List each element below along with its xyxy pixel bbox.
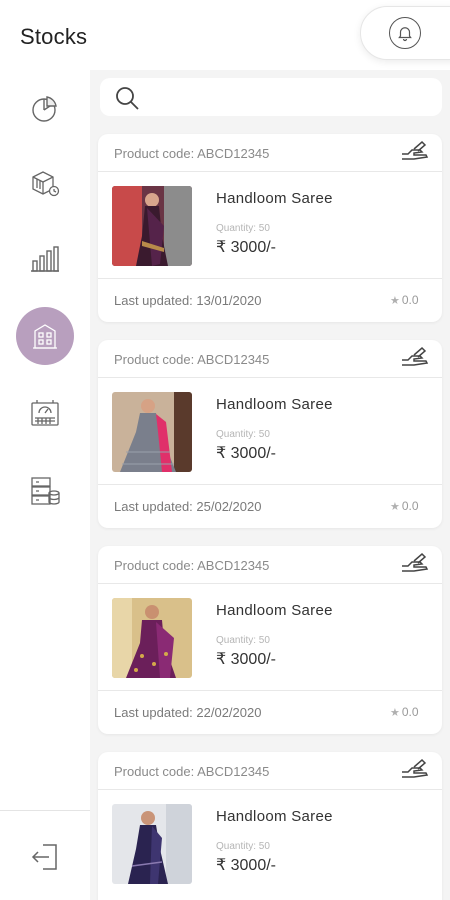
search-icon[interactable]: [114, 85, 140, 111]
sidebar-item-analytics[interactable]: [22, 86, 68, 132]
dashboard-gauge-icon: [31, 400, 59, 426]
rating-value: 0.0: [401, 499, 419, 513]
last-updated: Last updated: 25/02/2020: [114, 499, 262, 514]
star-icon: ★: [390, 295, 400, 307]
product-quantity: Quantity: 50: [216, 635, 270, 646]
product-code: Product code: ABCD12345: [114, 352, 270, 367]
star-icon: ★: [390, 501, 400, 513]
product-image: [112, 598, 192, 678]
product-name: Handloom Saree: [216, 396, 333, 413]
search-input[interactable]: [148, 78, 428, 116]
card-body: Handloom Saree Quantity: 50 ₹ 3000/-: [98, 790, 442, 896]
card-body: Handloom Saree Quantity: 50 ₹ 3000/-: [98, 172, 442, 278]
product-quantity: Quantity: 50: [216, 429, 270, 440]
sidebar-nav: [0, 70, 90, 900]
notification-tab[interactable]: [360, 6, 450, 60]
card-footer: Last updated: 22/02/2020 ★ 0.0: [98, 690, 442, 734]
product-code: Product code: ABCD12345: [114, 146, 270, 161]
database-list-icon: [31, 477, 60, 505]
product-card[interactable]: Product code: ABCD12345 Handloom Saree Q…: [98, 546, 442, 734]
app-header: Stocks: [0, 0, 450, 70]
stock-list: Product code: ABCD12345 Handloom Saree Q…: [90, 70, 450, 900]
product-card[interactable]: Product code: ABCD12345 Handloom Saree Q…: [98, 134, 442, 322]
product-price: ₹ 3000/-: [216, 445, 276, 462]
card-header: Product code: ABCD12345: [98, 752, 442, 790]
bar-chart-icon: [31, 246, 59, 272]
card-header: Product code: ABCD12345: [98, 546, 442, 584]
card-header: Product code: ABCD12345: [98, 340, 442, 378]
sidebar-divider: [0, 810, 90, 811]
rating: ★ 0.0: [390, 499, 419, 513]
sidebar-item-stocks[interactable]: [16, 307, 74, 365]
bell-icon[interactable]: [389, 17, 421, 49]
product-name: Handloom Saree: [216, 808, 333, 825]
edit-hand-icon[interactable]: [400, 758, 430, 784]
pie-chart-icon: [32, 96, 57, 122]
rating-value: 0.0: [401, 293, 419, 307]
sidebar-item-database[interactable]: [22, 468, 68, 514]
search-bar[interactable]: [100, 78, 442, 116]
product-name: Handloom Saree: [216, 190, 333, 207]
rating-value: 0.0: [401, 705, 419, 719]
product-price: ₹ 3000/-: [216, 857, 276, 874]
edit-hand-icon[interactable]: [400, 552, 430, 578]
product-quantity: Quantity: 50: [216, 223, 270, 234]
product-card[interactable]: Product code: ABCD12345 Handloom Saree Q…: [98, 340, 442, 528]
product-quantity: Quantity: 50: [216, 841, 270, 852]
product-card[interactable]: Product code: ABCD12345 Handloom Saree Q…: [98, 752, 442, 900]
product-price: ₹ 3000/-: [216, 651, 276, 668]
inventory-boxes-icon: [32, 171, 60, 197]
product-name: Handloom Saree: [216, 602, 333, 619]
rating: ★ 0.0: [390, 705, 419, 719]
sidebar-item-dashboard[interactable]: [22, 390, 68, 436]
card-body: Handloom Saree Quantity: 50 ₹ 3000/-: [98, 584, 442, 690]
edit-hand-icon[interactable]: [400, 346, 430, 372]
card-header: Product code: ABCD12345: [98, 134, 442, 172]
product-price: ₹ 3000/-: [216, 239, 276, 256]
warehouse-building-icon: [33, 324, 57, 349]
sidebar-item-reports[interactable]: [22, 236, 68, 282]
product-image: [112, 392, 192, 472]
logout-icon: [31, 844, 57, 870]
logout-button[interactable]: [22, 834, 68, 880]
star-icon: ★: [390, 707, 400, 719]
last-updated: Last updated: 13/01/2020: [114, 293, 262, 308]
product-code: Product code: ABCD12345: [114, 558, 270, 573]
rating: ★ 0.0: [390, 293, 419, 307]
product-image: [112, 186, 192, 266]
product-code: Product code: ABCD12345: [114, 764, 270, 779]
sidebar-item-inventory[interactable]: [22, 160, 68, 206]
card-footer: Last updated: 25/02/2020 ★ 0.0: [98, 484, 442, 528]
card-body: Handloom Saree Quantity: 50 ₹ 3000/-: [98, 378, 442, 484]
product-image: [112, 804, 192, 884]
edit-hand-icon[interactable]: [400, 140, 430, 166]
card-footer: Last updated: 13/01/2020 ★ 0.0: [98, 278, 442, 322]
page-title: Stocks: [20, 24, 88, 49]
last-updated: Last updated: 22/02/2020: [114, 705, 262, 720]
